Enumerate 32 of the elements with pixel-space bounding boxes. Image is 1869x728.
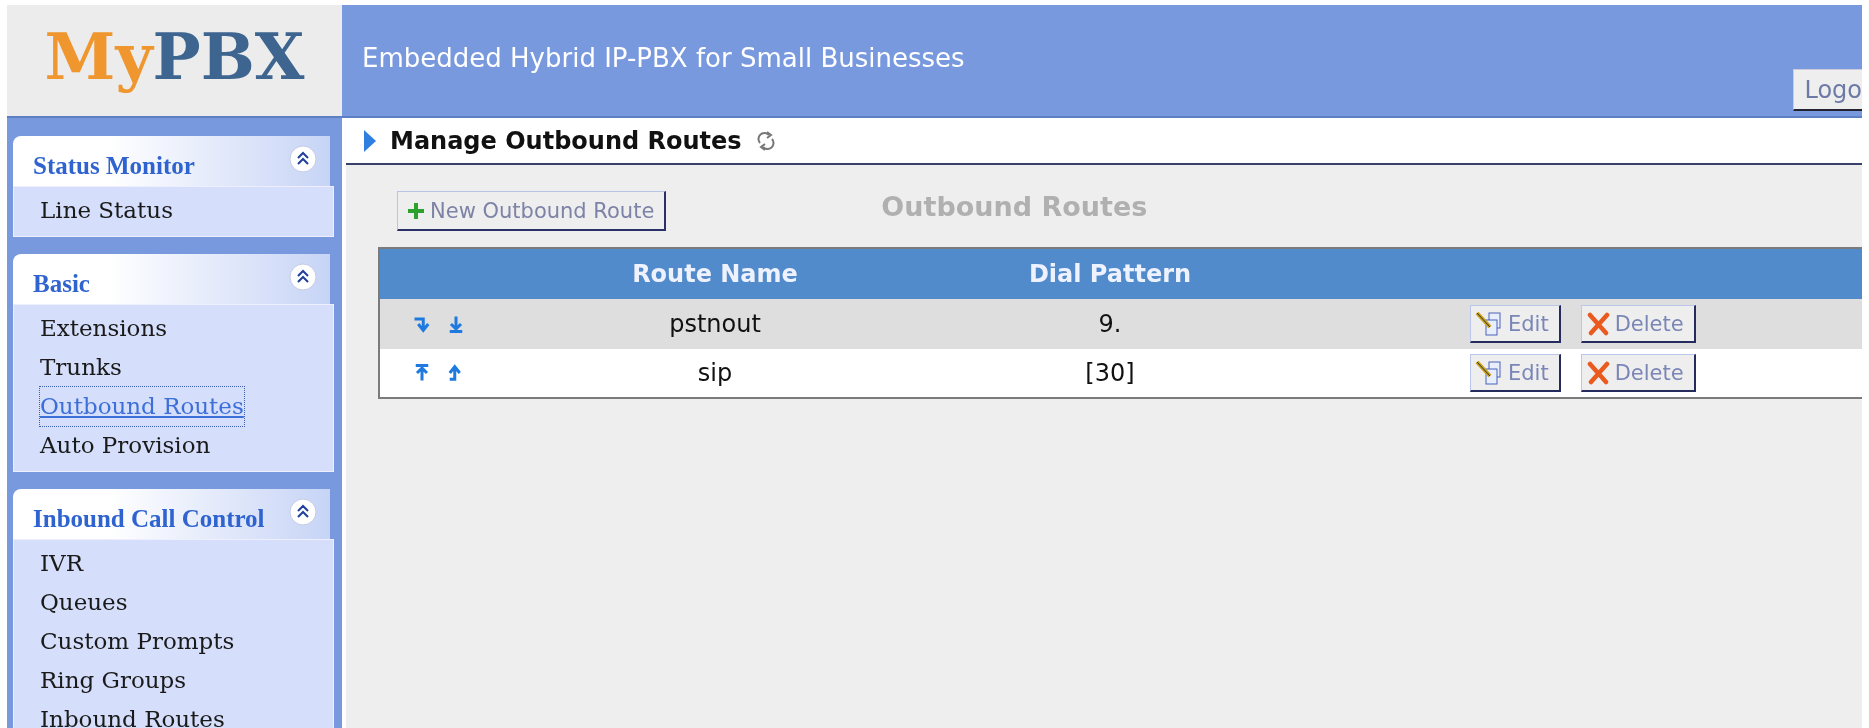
sidebar-link[interactable]: IVR xyxy=(40,544,83,583)
sidebar-link[interactable]: Queues xyxy=(40,583,128,622)
section-heading: Outbound Routes xyxy=(881,190,1148,222)
x-icon xyxy=(1585,360,1612,385)
collapse-icon[interactable] xyxy=(288,262,318,292)
sidebar-link[interactable]: Custom Prompts xyxy=(40,622,235,661)
page-title: Manage Outbound Routes xyxy=(390,126,742,155)
sidebar-link[interactable]: Inbound Routes xyxy=(40,700,225,728)
sidebar-link[interactable]: Auto Provision xyxy=(40,426,211,465)
sidebar-link[interactable]: Ring Groups xyxy=(40,661,187,700)
column-header: Route Name xyxy=(631,260,799,288)
table-cell-text: sip xyxy=(696,359,734,387)
logout-button[interactable]: Logo xyxy=(1793,69,1862,111)
table-cell-text: 9. xyxy=(1097,310,1123,338)
sidebar-link[interactable]: Extensions xyxy=(40,309,168,348)
sidebar-link[interactable]: Trunks xyxy=(40,348,122,387)
header-title: Embedded Hybrid IP-PBX for Small Businesses xyxy=(362,43,966,73)
table-cell-text: pstnout xyxy=(668,310,762,338)
collapse-icon[interactable] xyxy=(288,144,318,174)
column-header: Dial Pattern xyxy=(1027,260,1193,288)
panel-title: Status Monitor xyxy=(33,152,195,180)
table-cell-text: [30] xyxy=(1084,359,1136,387)
sidebar-link[interactable]: Line Status xyxy=(40,191,173,230)
sidebar-link[interactable]: Outbound Routes xyxy=(40,387,244,426)
collapse-icon[interactable] xyxy=(288,497,318,527)
plus-icon xyxy=(408,202,424,219)
triangle-icon xyxy=(364,129,376,152)
logo: MyPBX xyxy=(44,24,305,96)
refresh-icon[interactable] xyxy=(755,130,776,151)
panel-title: Inbound Call Control xyxy=(33,505,265,533)
x-icon xyxy=(1585,311,1612,336)
panel-title: Basic xyxy=(33,270,90,298)
